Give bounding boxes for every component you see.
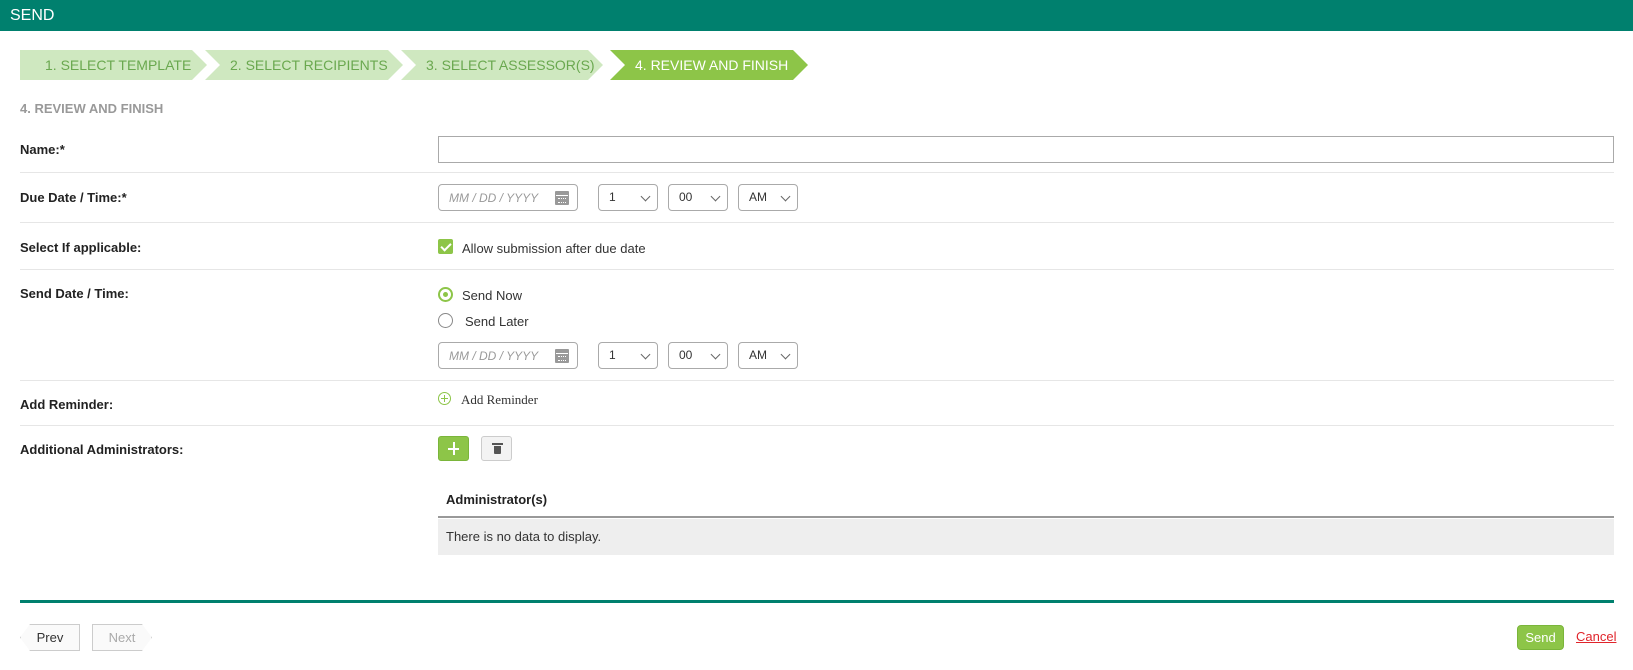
send-now-radio[interactable] bbox=[438, 287, 453, 302]
divider bbox=[20, 172, 1614, 173]
allow-late-submission-label[interactable]: Allow submission after due date bbox=[462, 241, 646, 256]
chevron-down-icon bbox=[780, 349, 791, 360]
send-hour-value: 1 bbox=[609, 348, 616, 362]
calendar-icon[interactable] bbox=[555, 191, 569, 205]
send-minute-value: 00 bbox=[679, 348, 693, 362]
add-administrator-button[interactable] bbox=[438, 436, 469, 461]
app-header: SEND bbox=[0, 0, 1633, 31]
next-button[interactable]: Next bbox=[92, 624, 152, 651]
due-minute-value: 00 bbox=[679, 190, 693, 204]
due-ampm-select[interactable]: AM bbox=[738, 184, 798, 211]
send-later-radio[interactable] bbox=[438, 313, 453, 328]
allow-late-submission-checkbox[interactable] bbox=[438, 239, 453, 254]
divider bbox=[20, 222, 1614, 223]
send-date-placeholder: MM / DD / YYYY bbox=[449, 349, 539, 363]
chevron-down-icon bbox=[710, 191, 721, 202]
chevron-down-icon bbox=[640, 349, 651, 360]
send-date-input[interactable]: MM / DD / YYYY bbox=[438, 342, 578, 369]
due-date-placeholder: MM / DD / YYYY bbox=[449, 191, 539, 205]
delete-administrator-button[interactable] bbox=[481, 436, 512, 461]
divider bbox=[20, 380, 1614, 381]
step-review-and-finish[interactable]: 4. REVIEW AND FINISH bbox=[610, 50, 808, 80]
section-title: 4. REVIEW AND FINISH bbox=[20, 101, 164, 116]
footer-divider bbox=[20, 600, 1614, 603]
chevron-down-icon bbox=[710, 349, 721, 360]
send-minute-select[interactable]: 00 bbox=[668, 342, 728, 369]
page-title: SEND bbox=[10, 7, 55, 24]
send-button[interactable]: Send bbox=[1517, 625, 1564, 650]
due-ampm-value: AM bbox=[749, 190, 767, 204]
due-hour-value: 1 bbox=[609, 190, 616, 204]
name-label: Name:* bbox=[20, 142, 65, 157]
divider bbox=[20, 425, 1614, 426]
administrators-empty-message: There is no data to display. bbox=[438, 519, 1614, 555]
additional-admins-label: Additional Administrators: bbox=[20, 442, 184, 457]
send-ampm-select[interactable]: AM bbox=[738, 342, 798, 369]
step-select-template[interactable]: 1. SELECT TEMPLATE bbox=[20, 50, 207, 80]
step-select-assessors[interactable]: 3. SELECT ASSESSOR(S) bbox=[401, 50, 603, 80]
administrators-column-header[interactable]: Administrator(s) bbox=[438, 487, 1614, 518]
trash-icon bbox=[492, 443, 503, 454]
send-later-label[interactable]: Send Later bbox=[465, 314, 529, 329]
add-circle-icon[interactable] bbox=[438, 392, 451, 405]
add-reminder-label: Add Reminder: bbox=[20, 397, 114, 412]
due-minute-select[interactable]: 00 bbox=[668, 184, 728, 211]
send-now-label[interactable]: Send Now bbox=[462, 288, 522, 303]
due-date-input[interactable]: MM / DD / YYYY bbox=[438, 184, 578, 211]
prev-button[interactable]: Prev bbox=[20, 624, 80, 651]
calendar-icon[interactable] bbox=[555, 349, 569, 363]
send-ampm-value: AM bbox=[749, 348, 767, 362]
step-select-recipients[interactable]: 2. SELECT RECIPIENTS bbox=[205, 50, 403, 80]
divider bbox=[20, 269, 1614, 270]
add-reminder-link[interactable]: Add Reminder bbox=[461, 392, 538, 408]
applicable-label: Select If applicable: bbox=[20, 240, 142, 255]
name-input[interactable] bbox=[438, 136, 1614, 163]
cancel-link[interactable]: Cancel bbox=[1576, 629, 1616, 644]
due-hour-select[interactable]: 1 bbox=[598, 184, 658, 211]
chevron-down-icon bbox=[780, 191, 791, 202]
send-hour-select[interactable]: 1 bbox=[598, 342, 658, 369]
send-date-label: Send Date / Time: bbox=[20, 286, 129, 301]
chevron-down-icon bbox=[640, 191, 651, 202]
due-date-label: Due Date / Time:* bbox=[20, 190, 127, 205]
